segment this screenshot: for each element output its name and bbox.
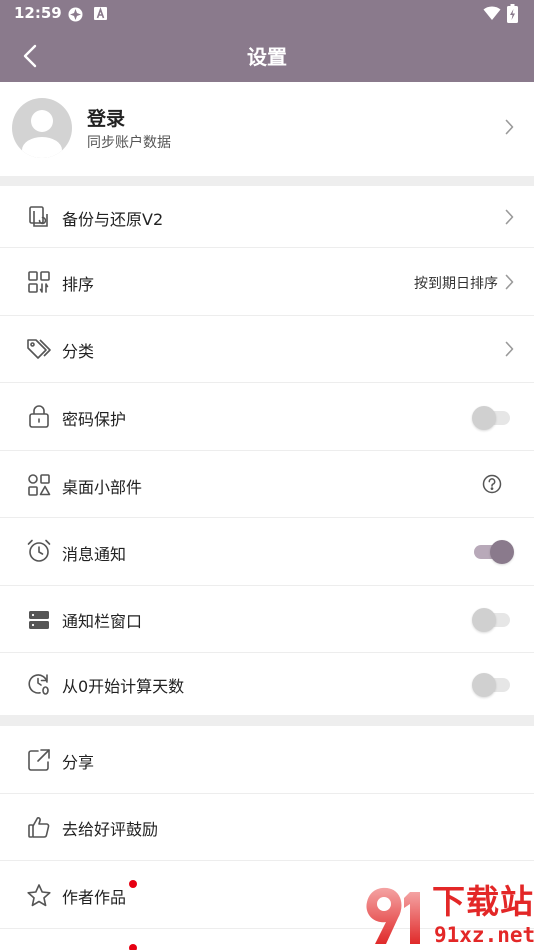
settings-label: 密码保护 bbox=[62, 410, 127, 429]
toggle-knob bbox=[472, 673, 496, 697]
sort-grid-icon bbox=[26, 269, 52, 295]
settings-label: 去给好评鼓励 bbox=[62, 820, 159, 839]
sort-value: 按到期日排序 bbox=[414, 276, 498, 292]
widget-icon bbox=[26, 472, 52, 498]
wifi-icon bbox=[483, 5, 501, 25]
section-divider bbox=[0, 176, 534, 186]
settings-row-rate[interactable]: 去给好评鼓励 bbox=[0, 794, 534, 861]
star-icon bbox=[26, 882, 52, 908]
chevron-right-icon bbox=[505, 209, 514, 229]
settings-label: 消息通知 bbox=[62, 545, 127, 564]
app-notification-icon bbox=[94, 6, 107, 25]
settings-label: 作者作品 bbox=[62, 888, 127, 907]
settings-row-notification[interactable]: 消息通知 bbox=[0, 518, 534, 586]
settings-label: 从0开始计算天数 bbox=[62, 677, 185, 696]
battery-charging-icon bbox=[507, 4, 518, 27]
toggle-knob bbox=[472, 608, 496, 632]
toggle-knob bbox=[490, 540, 514, 564]
login-subtitle: 同步账户数据 bbox=[87, 135, 171, 151]
password-toggle[interactable] bbox=[472, 406, 510, 430]
settings-label: 桌面小部件 bbox=[62, 478, 143, 497]
settings-row-category[interactable]: 分类 bbox=[0, 316, 534, 383]
login-row[interactable]: 登录 同步账户数据 bbox=[0, 82, 534, 176]
count-days-icon bbox=[26, 671, 52, 697]
help-icon[interactable] bbox=[482, 474, 502, 498]
watermark-brand: 下载站 bbox=[432, 882, 534, 921]
count-from-zero-toggle[interactable] bbox=[472, 673, 510, 697]
settings-label: 分类 bbox=[62, 342, 95, 361]
chevron-right-icon bbox=[505, 119, 514, 139]
page-title: 设置 bbox=[247, 45, 287, 69]
watermark-url: 91xz.net bbox=[434, 923, 534, 947]
notification-bar-toggle[interactable] bbox=[472, 608, 510, 632]
alarm-clock-icon bbox=[26, 538, 52, 564]
sync-status-icon bbox=[67, 6, 84, 27]
settings-row-sort[interactable]: 排序 按到期日排序 bbox=[0, 248, 534, 316]
chevron-right-icon bbox=[505, 274, 514, 294]
settings-row-password[interactable]: 密码保护 bbox=[0, 383, 534, 451]
tag-icon bbox=[26, 336, 52, 362]
share-icon bbox=[26, 747, 52, 773]
lock-icon bbox=[26, 403, 52, 429]
new-badge-dot bbox=[129, 944, 137, 950]
login-title: 登录 bbox=[87, 108, 126, 130]
watermark: 下载站 91xz.net bbox=[362, 882, 534, 950]
user-avatar-icon bbox=[22, 110, 62, 158]
settings-row-share[interactable]: 分享 bbox=[0, 726, 534, 794]
section-divider bbox=[0, 715, 534, 726]
status-time: 12:59 bbox=[14, 4, 62, 22]
chevron-right-icon bbox=[505, 341, 514, 361]
settings-label: 备份与还原V2 bbox=[62, 210, 164, 229]
settings-row-widget[interactable]: 桌面小部件 bbox=[0, 451, 534, 518]
avatar bbox=[12, 98, 72, 158]
notification-bar-icon bbox=[26, 607, 52, 633]
settings-label: 通知栏窗口 bbox=[62, 612, 143, 631]
status-bar: 12:59 bbox=[0, 0, 534, 28]
settings-label: 排序 bbox=[62, 275, 95, 294]
thumbs-up-icon bbox=[26, 814, 52, 840]
app-bar: 设置 bbox=[0, 28, 534, 82]
settings-label: 分享 bbox=[62, 753, 95, 772]
settings-row-notification-bar[interactable]: 通知栏窗口 bbox=[0, 586, 534, 653]
settings-row-backup[interactable]: 备份与还原V2 bbox=[0, 186, 534, 248]
new-badge-dot bbox=[129, 880, 137, 888]
backup-restore-icon bbox=[26, 204, 52, 230]
notification-toggle[interactable] bbox=[474, 540, 514, 564]
toggle-knob bbox=[472, 406, 496, 430]
settings-row-count-from-zero[interactable]: 从0开始计算天数 bbox=[0, 653, 534, 715]
